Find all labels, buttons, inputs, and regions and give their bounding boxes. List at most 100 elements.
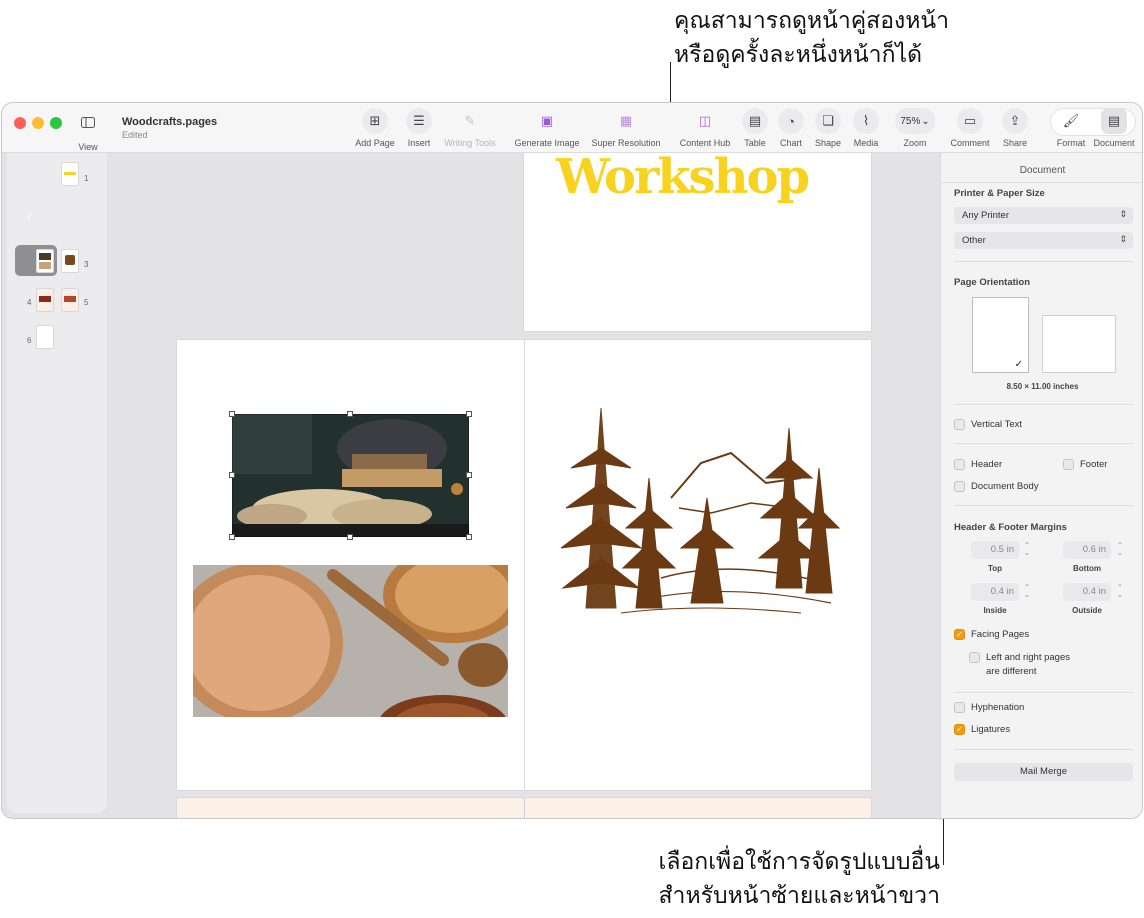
page-thumbnail-4[interactable] [36, 288, 54, 312]
label-line-2: are different [986, 666, 1037, 677]
ligatures-label: Ligatures [971, 724, 1011, 735]
inside-margin-stepper[interactable]: ⌃ ⌄ [1022, 584, 1032, 599]
page-thumbnail-5[interactable] [61, 288, 79, 312]
selection-handle[interactable] [347, 411, 353, 417]
maximize-window-button[interactable] [50, 117, 62, 129]
super-resolution-button[interactable]: ▦ Super Resolution [591, 108, 660, 148]
checkbox-box [954, 481, 965, 492]
outside-margin-stepper[interactable]: ⌃ ⌄ [1115, 584, 1125, 599]
top-margin-field[interactable]: 0.5 in [971, 541, 1019, 559]
landscape-orientation[interactable] [1042, 315, 1116, 373]
document-label: Document [1093, 138, 1135, 148]
document-body-checkbox[interactable]: Document Body [954, 481, 1039, 492]
checkbox-box [1063, 459, 1074, 470]
divider [941, 182, 1142, 183]
bottom-margin-field[interactable]: 0.6 in [1063, 541, 1111, 559]
facing-pages-label: Facing Pages [971, 629, 1030, 640]
portrait-orientation[interactable]: ✓ [972, 297, 1029, 373]
callout-line-1: เลือกเพื่อใช้การจัดรูปแบบอื่น [658, 849, 941, 875]
paper-size-popup[interactable]: Other ⇕ [954, 232, 1133, 249]
share-label: Share [1002, 138, 1028, 148]
selection-handle[interactable] [466, 534, 472, 540]
page-4[interactable] [177, 798, 524, 818]
bottom-margin-stepper[interactable]: ⌃ ⌄ [1115, 542, 1125, 557]
document-status: Edited [122, 130, 148, 140]
plus-square-icon: ⊞ [362, 108, 388, 134]
selection-handle[interactable] [229, 411, 235, 417]
footer-checkbox[interactable]: Footer [1063, 459, 1107, 470]
updown-chevron-icon: ⇕ [1119, 234, 1127, 244]
checkbox-box [954, 419, 965, 430]
page-5[interactable] [525, 798, 871, 818]
checkbox-box [954, 702, 965, 713]
minimize-window-button[interactable] [32, 117, 44, 129]
header-label: Header [971, 459, 1003, 470]
paperclip-icon: ⌇ [853, 108, 879, 134]
zoom-value[interactable]: 75% ⌄ [895, 108, 935, 134]
share-icon: ⇪ [1002, 108, 1028, 134]
checkmark-icon: ✓ [1014, 359, 1023, 370]
callout-line-2: หรือดูครั้งละหนึ่งหน้าก็ได้ [674, 42, 923, 68]
printer-popup[interactable]: Any Printer ⇕ [954, 207, 1133, 224]
document-body-label: Document Body [971, 481, 1039, 492]
label-line-1: Left and right pages [986, 652, 1070, 663]
insert-list-icon: ☰ [406, 108, 432, 134]
document-canvas[interactable]: Workshop [108, 153, 940, 818]
thumbnail-image [64, 296, 76, 302]
page-thumbnail-1[interactable] [61, 162, 79, 186]
top-margin-stepper[interactable]: ⌃ ⌄ [1022, 542, 1032, 557]
document-button[interactable]: ▤ Document [1083, 108, 1142, 148]
landscape-illustration[interactable] [561, 408, 841, 618]
left-right-different-checkbox[interactable]: Left and right pages are different [969, 651, 1070, 679]
generate-image-label: Generate Image [514, 138, 580, 148]
bottom-margin-label: Bottom [1073, 564, 1101, 573]
vertical-text-checkbox[interactable]: Vertical Text [954, 419, 1022, 430]
page-number-4: 4 [27, 298, 32, 307]
writing-tools-button[interactable]: ✎ Writing Tools [439, 108, 501, 148]
selection-handle[interactable] [347, 534, 353, 540]
divider [954, 505, 1133, 506]
facing-pages-checkbox[interactable]: ✓ Facing Pages [954, 629, 1029, 640]
header-footer-margins-title: Header & Footer Margins [954, 522, 1067, 533]
page-2[interactable] [177, 340, 524, 790]
header-checkbox[interactable]: Header [954, 459, 1002, 470]
view-button[interactable]: View [76, 115, 100, 152]
workshop-heading[interactable]: Workshop [556, 153, 810, 205]
hyphenation-checkbox[interactable]: Hyphenation [954, 702, 1024, 713]
ligatures-checkbox[interactable]: ✓ Ligatures [954, 724, 1010, 735]
inside-margin-field[interactable]: 0.4 in [971, 583, 1019, 601]
left-right-different-label: Left and right pages are different [986, 651, 1070, 679]
wooden-bowls-photo[interactable] [193, 565, 508, 717]
super-resolution-label: Super Resolution [591, 138, 661, 148]
mail-merge-button[interactable]: Mail Merge [954, 763, 1133, 781]
selection-handle[interactable] [229, 534, 235, 540]
document-inspector: Document Printer & Paper Size Any Printe… [940, 153, 1142, 818]
divider [954, 749, 1133, 750]
selection-handle[interactable] [466, 472, 472, 478]
page-3[interactable] [525, 340, 871, 790]
thumbnail-illustration [65, 255, 75, 265]
outside-margin-field[interactable]: 0.4 in [1063, 583, 1111, 601]
divider [954, 692, 1133, 693]
media-label: Media [853, 138, 879, 148]
page-number-5: 5 [84, 298, 89, 307]
spread-gutter [524, 340, 525, 790]
callout-line-1: คุณสามารถดูหน้าคู่สองหน้า [674, 8, 950, 34]
close-window-button[interactable] [14, 117, 26, 129]
share-button[interactable]: ⇪ Share [984, 108, 1046, 148]
page-thumbnail-6[interactable] [36, 325, 54, 349]
toolbar: View Woodcrafts.pages Edited ⊞ Add Page … [2, 103, 1142, 153]
outside-margin-label: Outside [1072, 606, 1102, 615]
checkbox-box [969, 652, 980, 663]
selection-handle[interactable] [466, 411, 472, 417]
writing-tools-icon: ✎ [464, 113, 476, 128]
vertical-text-label: Vertical Text [971, 419, 1023, 430]
sidebar-icon [81, 117, 95, 128]
page-thumbnail-3[interactable] [61, 249, 79, 273]
selection-handle[interactable] [229, 472, 235, 478]
page-number-3: 3 [84, 260, 89, 269]
page-1[interactable]: Workshop [524, 153, 871, 331]
zoom-control[interactable]: 75% ⌄ Zoom [884, 108, 946, 148]
generate-image-button[interactable]: ▣ Generate Image [514, 108, 580, 148]
page-thumbnail-2[interactable] [36, 249, 54, 273]
